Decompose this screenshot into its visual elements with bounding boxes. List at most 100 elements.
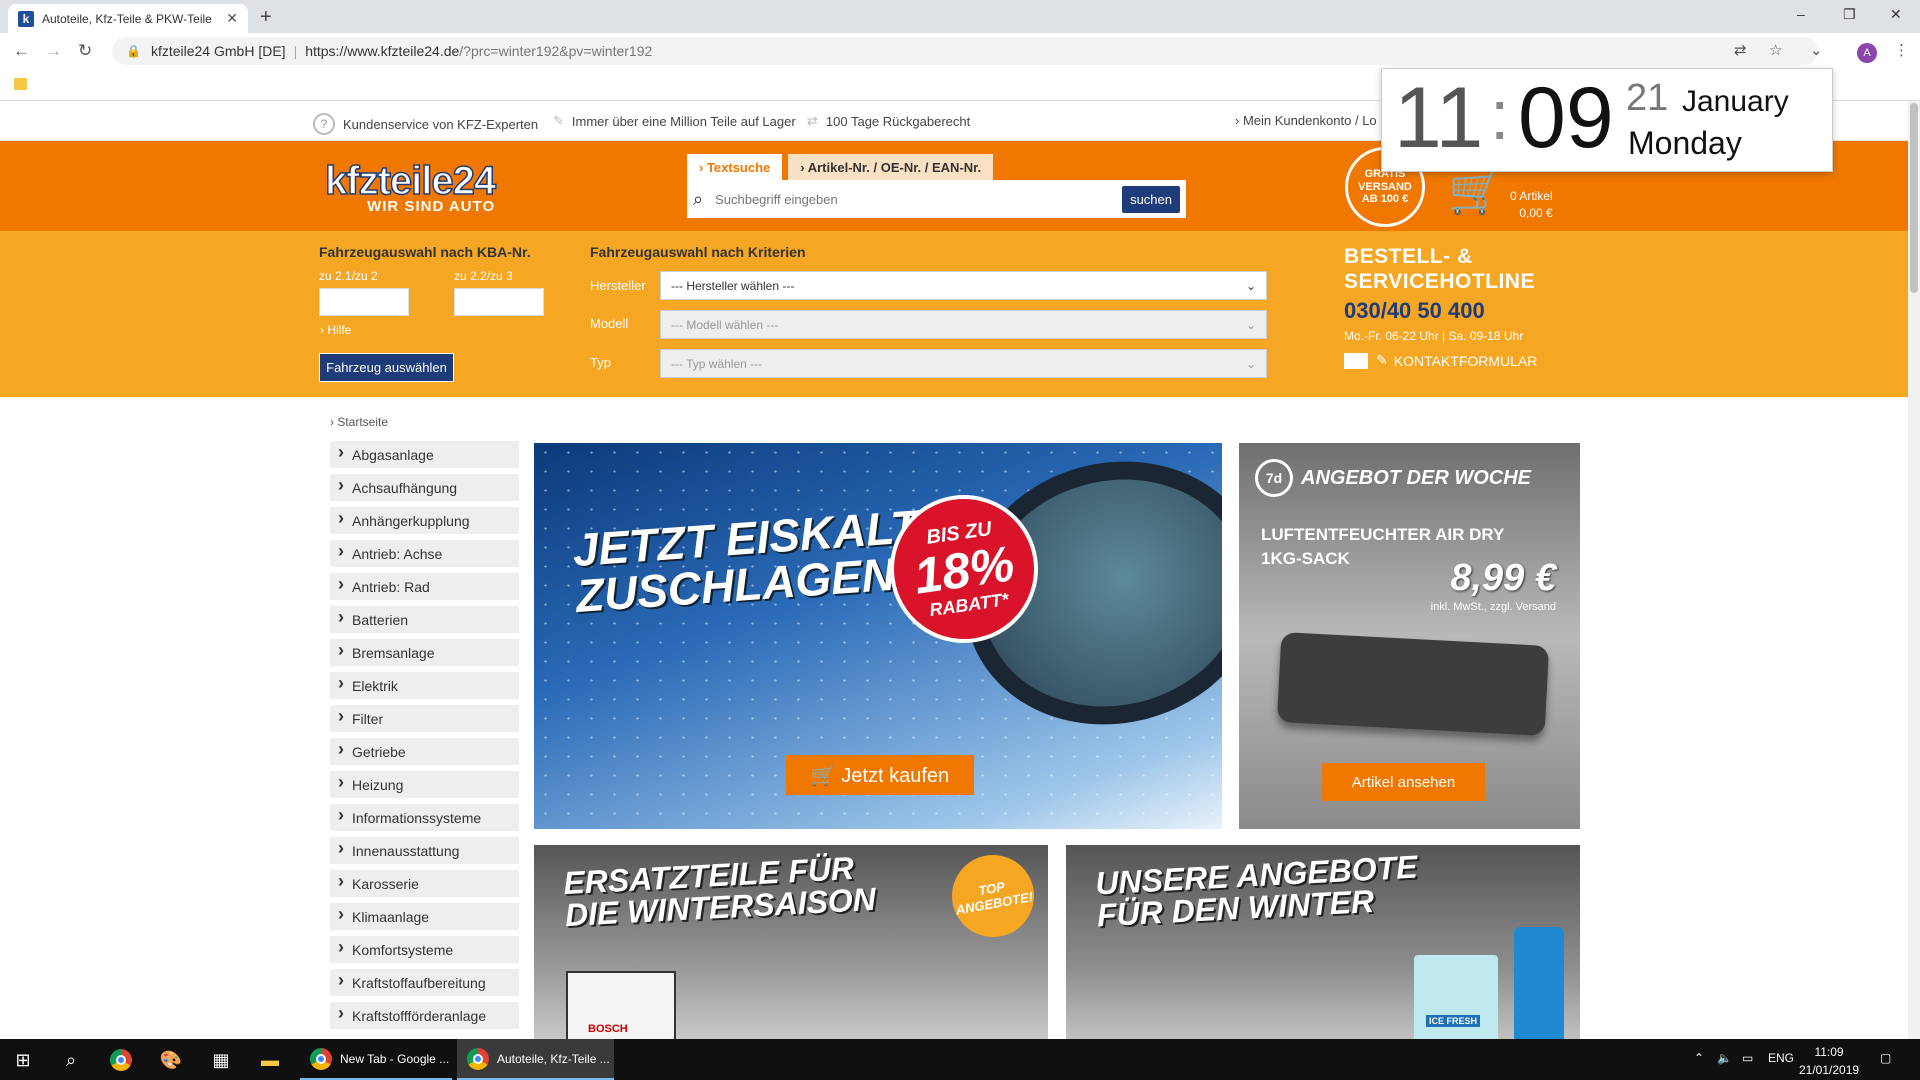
kba-title: Fahrzeugauswahl nach KBA-Nr. <box>319 244 531 260</box>
category-item[interactable]: Klimaanlage <box>330 903 519 930</box>
paint-icon[interactable]: 🎨 <box>158 1047 184 1073</box>
winter-offers-banner[interactable]: UNSERE ANGEBOTE FÜR DEN WINTER ICE FRESH <box>1066 845 1580 1039</box>
cart-count: 0 Artikel <box>1510 189 1553 203</box>
language-indicator[interactable]: ENG <box>1768 1051 1794 1065</box>
minimize-button[interactable]: – <box>1797 6 1805 22</box>
category-item[interactable]: Heizung <box>330 771 519 798</box>
taskbar-app-kfzteile[interactable]: Autoteile, Kfz-Teile ... <box>457 1039 614 1080</box>
tab-article-number[interactable]: › Artikel-Nr. / OE-Nr. / EAN-Nr. <box>788 154 994 180</box>
maximize-button[interactable]: ❐ <box>1843 6 1856 23</box>
seven-day-clock-icon: 7d <box>1255 459 1293 497</box>
menu-kebab-icon[interactable]: ⋮ <box>1894 41 1909 59</box>
breadcrumb[interactable]: › Startseite <box>330 415 388 429</box>
browser-tab-active[interactable]: k Autoteile, Kfz-Teile & PKW-Teile ✕ <box>8 4 248 33</box>
file-explorer-icon[interactable]: ▬ <box>257 1047 283 1073</box>
notifications-icon[interactable]: ▢ <box>1880 1051 1891 1065</box>
category-item[interactable]: Komfortsysteme <box>330 936 519 963</box>
hotline-title-line2: SERVICEHOTLINE <box>1344 270 1535 294</box>
buy-now-button[interactable]: 🛒 Jetzt kaufen <box>786 755 974 795</box>
address-bar[interactable]: 🔒 kfzteile24 GmbH [DE] | https://www.kfz… <box>112 37 1818 65</box>
windows-start-icon[interactable]: ⊞ <box>10 1047 36 1073</box>
kba-input-1[interactable] <box>319 288 409 316</box>
offers-headline: UNSERE ANGEBOTE FÜR DEN WINTER <box>1094 849 1420 934</box>
chevron-down-icon: ⌄ <box>1245 317 1256 332</box>
deal-price: 8,99 € <box>1450 557 1556 599</box>
hotline-number[interactable]: 030/40 50 400 <box>1344 298 1485 324</box>
account-link[interactable]: › Mein Kundenkonto / Lo <box>1235 113 1377 128</box>
category-item[interactable]: Antrieb: Rad <box>330 573 519 600</box>
category-item[interactable]: Karosserie <box>330 870 519 897</box>
calculator-icon[interactable]: ▦ <box>208 1047 234 1073</box>
tab-close-icon[interactable]: ✕ <box>226 10 238 27</box>
cart-summary[interactable]: 0 Artikel 0,00 € <box>1510 188 1553 222</box>
category-item[interactable]: Informationssysteme <box>330 804 519 831</box>
search-button[interactable]: suchen <box>1122 185 1180 213</box>
search-input[interactable] <box>715 191 1123 207</box>
category-item[interactable]: Kraftstoffaufbereitung <box>330 969 519 996</box>
translate-icon[interactable]: ⇄ <box>1734 41 1747 59</box>
tray-chevron-icon[interactable]: ⌃ <box>1694 1051 1704 1065</box>
category-item[interactable]: Batterien <box>330 606 519 633</box>
close-window-button[interactable]: ✕ <box>1890 6 1902 23</box>
winter-parts-banner[interactable]: ERSATZTEILE FÜR DIE WINTERSAISON TOP ANG… <box>534 845 1048 1039</box>
free-shipping-line3: AB 100 € <box>1361 193 1409 206</box>
chrome-icon <box>110 1049 132 1071</box>
winter-sale-banner[interactable]: JETZT EISKALT ZUSCHLAGEN! BIS ZU 18% RAB… <box>534 443 1222 829</box>
search-icon[interactable]: ⌕ <box>58 1047 84 1073</box>
extension-icon[interactable]: ⌄ <box>1810 41 1823 59</box>
back-arrow-icon[interactable]: ← <box>13 41 30 61</box>
bookmark-star-icon[interactable]: ☆ <box>1769 41 1782 59</box>
reload-icon[interactable]: ↻ <box>78 41 92 61</box>
kba-input-2[interactable] <box>454 288 544 316</box>
model-select[interactable]: --- Modell wählen --- ⌄ <box>660 310 1267 339</box>
forward-arrow-icon[interactable]: → <box>45 41 62 61</box>
top-offers-badge: TOP ANGEBOTE! <box>945 848 1041 944</box>
returns-text: 100 Tage Rückgaberecht <box>825 113 971 129</box>
taskbar-clock[interactable]: 11:09 21/01/2019 <box>1799 1043 1859 1079</box>
chrome-pinned-icon[interactable] <box>108 1047 134 1073</box>
category-item[interactable]: Elektrik <box>330 672 519 699</box>
category-item[interactable]: Bremsanlage <box>330 639 519 666</box>
hotline-hours: Mo.-Fr. 06-22 Uhr | Sa. 09-18 Uhr <box>1344 329 1524 343</box>
address-separator: | <box>293 43 298 59</box>
contact-form-link[interactable]: ✎ KONTAKTFORMULAR <box>1344 352 1537 369</box>
cart-total: 0,00 € <box>1519 205 1553 220</box>
hotline-title-line1: BESTELL- & <box>1344 245 1473 268</box>
bookmark-folder-icon[interactable] <box>14 78 27 90</box>
tab-textsearch[interactable]: › Textsuche <box>687 154 783 180</box>
category-item[interactable]: Anhängerkupplung <box>330 507 519 534</box>
clock-weekday: Monday <box>1628 125 1742 161</box>
category-item[interactable]: Kraftstoffförderanlage <box>330 1002 519 1029</box>
volume-icon[interactable]: 🔈 <box>1717 1051 1732 1065</box>
criteria-label-model: Modell <box>590 316 629 331</box>
taskbar-time: 11:09 <box>1814 1045 1844 1059</box>
help-link[interactable]: › Hilfe <box>320 323 351 337</box>
taskbar-app-label: New Tab - Google ... <box>340 1051 450 1066</box>
profile-avatar[interactable]: A <box>1857 43 1877 63</box>
deal-of-week-banner[interactable]: 7d ANGEBOT DER WOCHE LUFTENTFEUCHTER AIR… <box>1239 443 1580 829</box>
type-select[interactable]: --- Typ wählen --- ⌄ <box>660 349 1267 378</box>
taskbar-app-new-tab[interactable]: New Tab - Google ... <box>300 1039 452 1080</box>
account-text[interactable]: › Mein Kundenkonto / Lo <box>1235 113 1377 128</box>
category-item[interactable]: Innenausstattung <box>330 837 519 864</box>
clock-month: January <box>1682 85 1789 118</box>
site-logo[interactable]: kfzteile24 WIR SIND AUTO <box>324 158 497 215</box>
clock-day: 21 <box>1626 77 1669 119</box>
new-tab-button[interactable]: + <box>260 6 272 29</box>
category-item[interactable]: Getriebe <box>330 738 519 765</box>
scrollbar-thumb[interactable] <box>1910 103 1918 293</box>
url-path: /?prc=winter192&pv=winter192 <box>459 43 653 59</box>
manufacturer-value: --- Hersteller wählen --- <box>671 278 795 293</box>
criteria-label-manufacturer: Hersteller <box>590 278 646 293</box>
category-item[interactable]: Filter <box>330 705 519 732</box>
select-vehicle-button[interactable]: Fahrzeug auswählen <box>319 353 454 382</box>
category-item[interactable]: Achsaufhängung <box>330 474 519 501</box>
category-item[interactable]: Antrieb: Achse <box>330 540 519 567</box>
view-article-button[interactable]: Artikel ansehen <box>1322 763 1485 801</box>
network-icon[interactable]: ▭ <box>1742 1051 1753 1065</box>
category-item[interactable]: Abgasanlage <box>330 441 519 468</box>
cart-icon[interactable]: 🛒 <box>1448 165 1503 217</box>
bosch-label: BOSCH <box>588 1023 628 1035</box>
site-origin: kfzteile24 GmbH [DE] <box>150 43 286 59</box>
manufacturer-select[interactable]: --- Hersteller wählen --- ⌄ <box>660 271 1267 300</box>
